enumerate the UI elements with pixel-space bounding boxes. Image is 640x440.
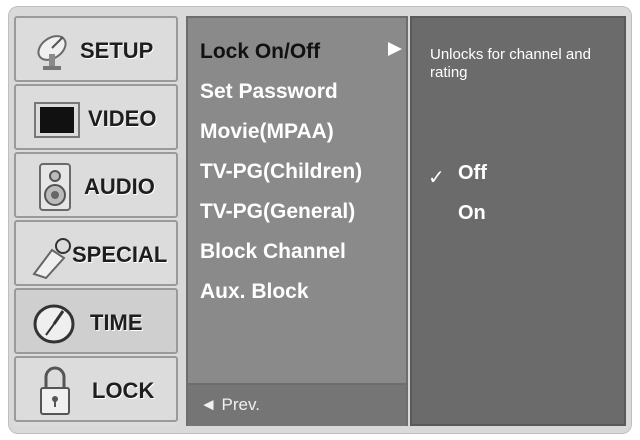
menu-item-lock-onoff[interactable]: Lock On/Off	[200, 40, 320, 64]
option-off[interactable]: Off	[458, 162, 487, 185]
speaker-icon	[38, 162, 72, 217]
prev-button[interactable]: ◄ Prev.	[200, 395, 260, 415]
padlock-icon	[38, 364, 72, 423]
menu-item-movie-mpaa[interactable]: Movie(MPAA)	[200, 120, 334, 144]
submenu-arrow-icon	[388, 42, 402, 56]
tab-setup[interactable]: SETUP	[14, 16, 178, 82]
satellite-dish-icon	[32, 28, 78, 79]
menu-item-set-password[interactable]: Set Password	[200, 80, 338, 104]
tab-time[interactable]: TIME	[14, 288, 178, 354]
help-text: Unlocks for channel and rating	[430, 46, 591, 81]
option-panel: Unlocks for channel and rating ✓ Off On	[410, 16, 626, 426]
tab-video[interactable]: VIDEO	[14, 84, 178, 150]
tab-label: SETUP	[80, 38, 154, 63]
menu-item-aux-block[interactable]: Aux. Block	[200, 280, 309, 304]
tab-label: LOCK	[92, 378, 155, 403]
menu-item-tv-pg-general[interactable]: TV-PG(General)	[200, 200, 355, 224]
checkmark-icon: ✓	[428, 167, 445, 189]
option-on[interactable]: On	[458, 202, 486, 225]
menu-tab-column: SETUP VIDEO AUDIO SPECIAL TIME LOCK	[14, 16, 178, 426]
tab-audio[interactable]: AUDIO	[14, 152, 178, 218]
key-tag-icon	[30, 236, 76, 285]
tab-label: VIDEO	[88, 106, 157, 131]
tab-special[interactable]: SPECIAL	[14, 220, 178, 286]
tv-screen-icon	[34, 102, 80, 143]
menu-item-tv-pg-children[interactable]: TV-PG(Children)	[200, 160, 362, 184]
tab-lock[interactable]: LOCK	[14, 356, 178, 422]
submenu-list: Lock On/Off Set Password Movie(MPAA) TV-…	[186, 16, 408, 426]
tab-label: TIME	[90, 310, 143, 335]
tab-label: AUDIO	[84, 174, 155, 199]
tab-label: SPECIAL	[72, 242, 168, 267]
clock-icon	[32, 302, 76, 351]
prev-bar: ◄ Prev.	[188, 383, 406, 426]
menu-item-block-channel[interactable]: Block Channel	[200, 240, 346, 264]
